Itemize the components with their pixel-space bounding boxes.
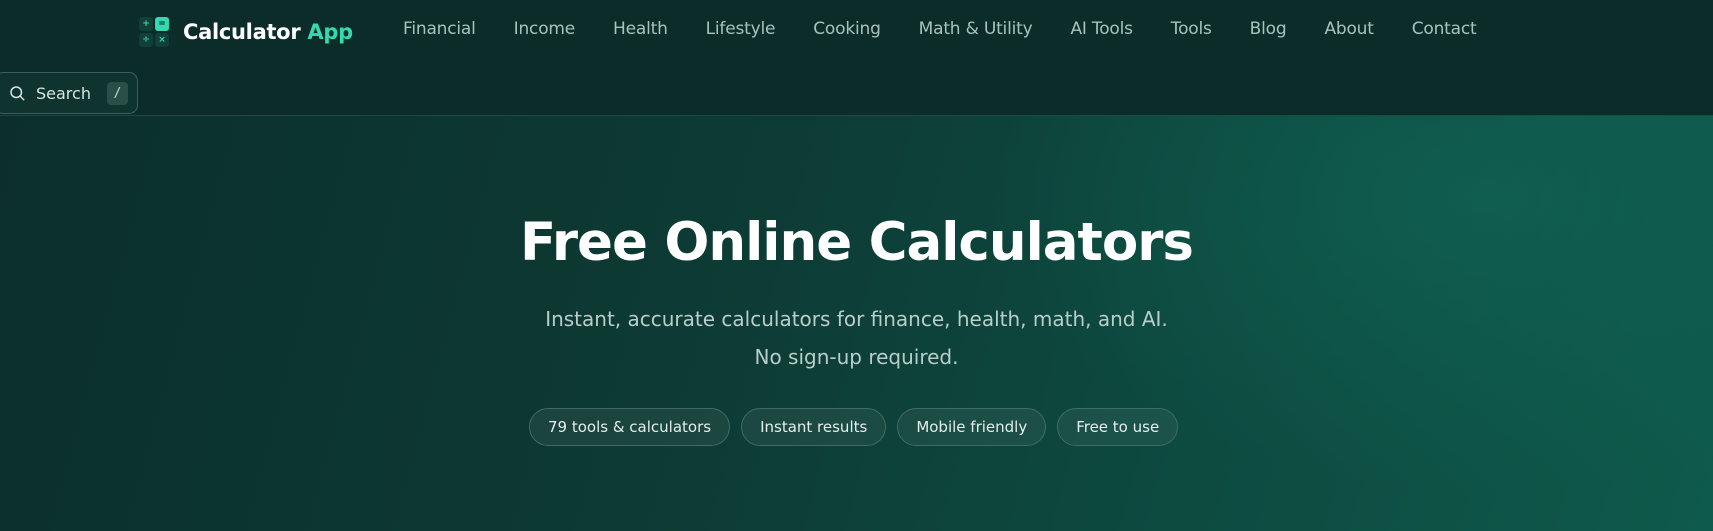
main-nav: Financial Income Health Lifestyle Cookin…	[403, 19, 1477, 39]
badge-instant-results: Instant results	[741, 408, 887, 446]
brand-name-accent: App	[307, 20, 353, 44]
nav-item-health[interactable]: Health	[613, 19, 668, 39]
hero-subtitle-line2: No sign-up required.	[754, 345, 959, 369]
hero-title: Free Online Calculators	[520, 212, 1194, 273]
logo-divide: ÷	[139, 33, 153, 47]
nav-item-blog[interactable]: Blog	[1250, 19, 1287, 39]
logo-multiply: ×	[155, 33, 169, 47]
brand-name-main: Calculator	[183, 20, 301, 44]
hero-subtitle: Instant, accurate calculators for financ…	[0, 300, 1713, 376]
nav-item-cooking[interactable]: Cooking	[813, 19, 881, 39]
brand-logo-link[interactable]: + = ÷ × Calculator App	[139, 17, 353, 47]
hero-section: Free Online Calculators Instant, accurat…	[0, 116, 1713, 531]
badge-mobile-friendly: Mobile friendly	[897, 408, 1047, 446]
nav-item-tools[interactable]: Tools	[1171, 19, 1212, 39]
nav-item-about[interactable]: About	[1324, 19, 1373, 39]
nav-item-financial[interactable]: Financial	[403, 19, 476, 39]
nav-item-math-utility[interactable]: Math & Utility	[919, 19, 1033, 39]
nav-item-income[interactable]: Income	[514, 19, 576, 39]
feature-badges: 79 tools & calculators Instant results M…	[529, 408, 1179, 446]
search-icon	[10, 86, 25, 101]
badge-tool-count: 79 tools & calculators	[529, 408, 731, 446]
nav-item-lifestyle[interactable]: Lifestyle	[706, 19, 776, 39]
hero-subtitle-line1: Instant, accurate calculators for financ…	[545, 307, 1168, 331]
nav-item-contact[interactable]: Contact	[1412, 19, 1477, 39]
logo-plus: +	[139, 17, 153, 31]
brand-name: Calculator App	[183, 20, 353, 44]
nav-item-ai-tools[interactable]: AI Tools	[1070, 19, 1133, 39]
badge-free-to-use: Free to use	[1057, 408, 1179, 446]
logo-equals: =	[155, 17, 169, 31]
search-button[interactable]: Search /	[0, 72, 138, 114]
site-header: + = ÷ × Calculator App Financial Income …	[0, 0, 1713, 116]
calculator-logo-icon: + = ÷ ×	[139, 17, 169, 47]
search-shortcut-key: /	[106, 81, 128, 105]
search-label: Search	[36, 83, 91, 103]
